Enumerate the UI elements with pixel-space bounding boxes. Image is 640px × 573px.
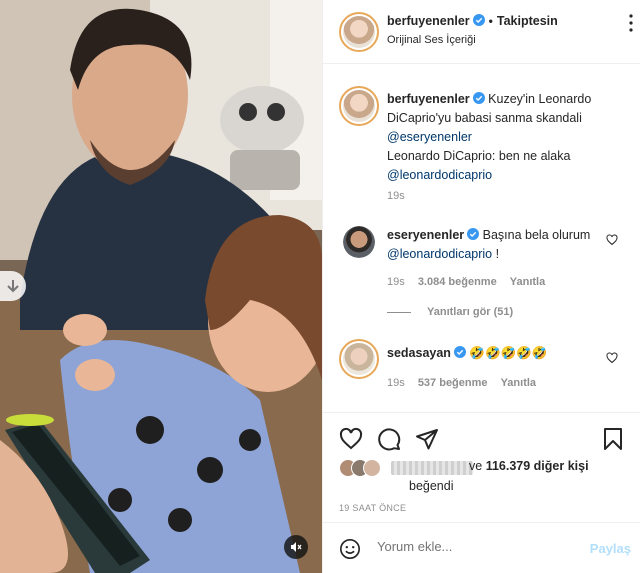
header-line: berfuyenenler • Takiptesin [387,14,558,28]
author-avatar[interactable] [339,12,379,52]
post-caption: berfuyenenler Kuzey'in Leonardo DiCaprio… [387,90,627,185]
comment-likes[interactable]: 3.084 beğenme [418,276,497,288]
post-comment-button[interactable]: Paylaş [590,541,631,556]
video-player[interactable] [0,0,322,573]
emoji-icon[interactable] [339,538,361,560]
liker-avatar [363,459,381,477]
comment-input[interactable] [377,539,577,554]
mention-link[interactable]: @leonardodicaprio [387,247,492,261]
verified-icon [467,228,480,240]
caption-line-2: Leonardo DiCaprio: ben ne alaka [387,149,571,163]
view-replies-label: Yanıtları gör (51) [427,306,514,318]
commenter-avatar[interactable] [343,226,375,258]
likes-summary: ve 116.379 diğer kişi [469,459,589,473]
comment-time[interactable]: 19s [387,276,405,288]
comment-text: 🤣🤣🤣🤣🤣 [469,346,548,360]
verified-icon [453,346,466,358]
comment-likes[interactable]: 537 beğenme [418,377,488,389]
reply-button[interactable]: Yanıtla [501,377,536,389]
comment-icon[interactable] [377,427,401,451]
bookmark-icon[interactable] [601,427,625,451]
comment-username[interactable]: sedasayan [387,346,451,360]
arrow-down-icon [7,280,19,293]
comment-like-icon[interactable] [606,234,618,246]
comment-like-icon[interactable] [606,352,618,364]
post-details-panel: berfuyenenler • Takiptesin Orijinal Ses İç… [322,0,640,573]
comment-item: sedasayan 🤣🤣🤣🤣🤣 [387,344,607,363]
likes-prefix: ve [469,459,483,473]
share-icon[interactable] [415,427,439,451]
caption-time[interactable]: 19s [387,190,405,202]
comment-meta: 19s 537 beğenme Yanıtla [387,377,546,389]
comment-meta: 19s 3.084 beğenme Yanıtla [387,276,555,288]
caption-avatar[interactable] [339,86,379,126]
likes-suffix: beğendi [409,479,454,493]
reply-button[interactable]: Yanıtla [510,276,545,288]
likes-count[interactable]: 116.379 diğer kişi [486,459,589,473]
post-actions: ve 116.379 diğer kişi beğendi 19 SAAT ÖN… [323,412,640,522]
add-comment-bar: Paylaş [323,522,640,573]
comment-suffix: ! [492,247,500,261]
comment-item: eseryenenler Başına bela olurum @leonard… [387,226,607,264]
mention-link[interactable]: @leonardodicaprio [387,168,492,182]
mention-link[interactable]: @eseryenenler [387,130,472,144]
comment-text: Başına bela olurum [482,228,591,242]
view-replies-button[interactable]: Yanıtları gör (51) [387,306,513,318]
mute-button[interactable] [284,535,308,559]
replies-divider [387,311,411,313]
following-button[interactable]: Takiptesin [497,14,558,28]
liker-name-blurred[interactable] [391,461,473,475]
verified-icon [472,14,485,26]
comment-username[interactable]: eseryenenler [387,228,464,242]
post-timestamp[interactable]: 19 SAAT ÖNCE [339,503,406,513]
verified-icon [472,92,485,104]
video-frame [0,0,322,573]
speaker-muted-icon [291,542,302,552]
audio-label[interactable]: Orijinal Ses İçeriği [387,34,476,46]
likers-avatars[interactable] [339,459,473,477]
commenter-avatar[interactable] [339,339,379,379]
post-header: berfuyenenler • Takiptesin Orijinal Ses İç… [323,0,640,64]
header-separator: • [488,14,493,28]
author-username[interactable]: berfuyenenler [387,14,470,28]
comment-time[interactable]: 19s [387,377,405,389]
heart-icon[interactable] [339,427,363,451]
more-options-icon[interactable] [629,14,633,32]
caption-username[interactable]: berfuyenenler [387,92,470,106]
instagram-post: berfuyenenler • Takiptesin Orijinal Ses İç… [0,0,640,573]
